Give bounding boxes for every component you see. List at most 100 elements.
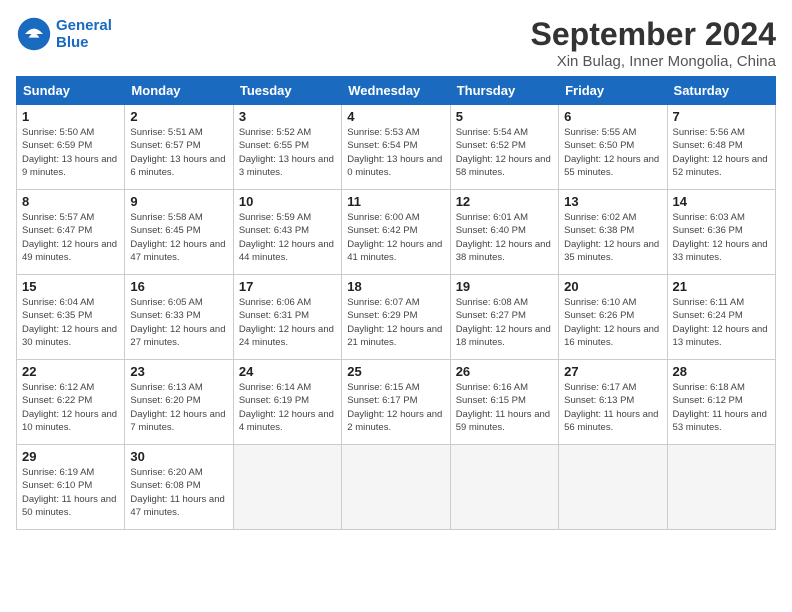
logo-icon <box>16 16 52 52</box>
day-info: Sunrise: 5:56 AM Sunset: 6:48 PM Dayligh… <box>673 126 770 179</box>
day-number: 28 <box>673 364 770 379</box>
day-info: Sunrise: 6:13 AM Sunset: 6:20 PM Dayligh… <box>130 381 227 434</box>
day-info: Sunrise: 6:15 AM Sunset: 6:17 PM Dayligh… <box>347 381 444 434</box>
day-number: 30 <box>130 449 227 464</box>
page-header: General Blue September 2024 Xin Bulag, I… <box>16 16 776 70</box>
day-number: 20 <box>564 279 661 294</box>
calendar-day-header: Friday <box>559 77 667 105</box>
calendar-cell: 16 Sunrise: 6:05 AM Sunset: 6:33 PM Dayli… <box>125 275 233 360</box>
calendar-cell: 5 Sunrise: 5:54 AM Sunset: 6:52 PM Daylig… <box>450 105 558 190</box>
day-number: 13 <box>564 194 661 209</box>
calendar-table: SundayMondayTuesdayWednesdayThursdayFrid… <box>16 76 776 530</box>
day-number: 22 <box>22 364 119 379</box>
calendar-cell: 6Sunrise: 5:55 AM Sunset: 6:50 PM Daylig… <box>559 105 667 190</box>
calendar-day-header: Wednesday <box>342 77 450 105</box>
calendar-cell <box>342 445 450 530</box>
day-info: Sunrise: 6:19 AM Sunset: 6:10 PM Dayligh… <box>22 466 119 519</box>
calendar-cell: 20 Sunrise: 6:10 AM Sunset: 6:26 PM Dayli… <box>559 275 667 360</box>
day-number: 15 <box>22 279 119 294</box>
calendar-cell: 7 Sunrise: 5:56 AM Sunset: 6:48 PM Daylig… <box>667 105 775 190</box>
logo-line1: General <box>56 17 112 34</box>
calendar-cell: 3 Sunrise: 5:52 AM Sunset: 6:55 PM Daylig… <box>233 105 341 190</box>
calendar-cell: 25 Sunrise: 6:15 AM Sunset: 6:17 PM Dayli… <box>342 360 450 445</box>
day-number: 3 <box>239 109 336 124</box>
calendar-day-header: Thursday <box>450 77 558 105</box>
calendar-day-header: Sunday <box>17 77 125 105</box>
calendar-day-header: Tuesday <box>233 77 341 105</box>
day-info: Sunrise: 6:02 AM Sunset: 6:38 PM Dayligh… <box>564 211 661 264</box>
calendar-cell: 4Sunrise: 5:53 AM Sunset: 6:54 PM Daylig… <box>342 105 450 190</box>
day-info: Sunrise: 5:54 AM Sunset: 6:52 PM Dayligh… <box>456 126 553 179</box>
calendar-cell <box>559 445 667 530</box>
day-info: Sunrise: 5:50 AM Sunset: 6:59 PM Dayligh… <box>22 126 119 179</box>
calendar-cell: 29Sunrise: 6:19 AM Sunset: 6:10 PM Dayli… <box>17 445 125 530</box>
calendar-cell: 10Sunrise: 5:59 AM Sunset: 6:43 PM Dayli… <box>233 190 341 275</box>
day-info: Sunrise: 6:05 AM Sunset: 6:33 PM Dayligh… <box>130 296 227 349</box>
calendar-cell: 2Sunrise: 5:51 AM Sunset: 6:57 PM Daylig… <box>125 105 233 190</box>
calendar-cell: 28 Sunrise: 6:18 AM Sunset: 6:12 PM Dayli… <box>667 360 775 445</box>
calendar-week-row: 1 Sunrise: 5:50 AM Sunset: 6:59 PM Daylig… <box>17 105 776 190</box>
calendar-title: September 2024 <box>531 16 776 53</box>
day-number: 4 <box>347 109 444 124</box>
day-info: Sunrise: 6:06 AM Sunset: 6:31 PM Dayligh… <box>239 296 336 349</box>
day-number: 2 <box>130 109 227 124</box>
day-info: Sunrise: 6:18 AM Sunset: 6:12 PM Dayligh… <box>673 381 770 434</box>
day-number: 23 <box>130 364 227 379</box>
calendar-cell: 15 Sunrise: 6:04 AM Sunset: 6:35 PM Dayli… <box>17 275 125 360</box>
calendar-cell: 11 Sunrise: 6:00 AM Sunset: 6:42 PM Dayli… <box>342 190 450 275</box>
day-number: 9 <box>130 194 227 209</box>
day-number: 8 <box>22 194 119 209</box>
day-info: Sunrise: 6:20 AM Sunset: 6:08 PM Dayligh… <box>130 466 227 519</box>
day-info: Sunrise: 6:01 AM Sunset: 6:40 PM Dayligh… <box>456 211 553 264</box>
day-number: 6 <box>564 109 661 124</box>
day-info: Sunrise: 6:12 AM Sunset: 6:22 PM Dayligh… <box>22 381 119 434</box>
calendar-cell: 12 Sunrise: 6:01 AM Sunset: 6:40 PM Dayli… <box>450 190 558 275</box>
calendar-cell: 30 Sunrise: 6:20 AM Sunset: 6:08 PM Dayli… <box>125 445 233 530</box>
day-number: 11 <box>347 194 444 209</box>
calendar-cell: 22 Sunrise: 6:12 AM Sunset: 6:22 PM Dayli… <box>17 360 125 445</box>
day-info: Sunrise: 5:57 AM Sunset: 6:47 PM Dayligh… <box>22 211 119 264</box>
day-number: 27 <box>564 364 661 379</box>
day-info: Sunrise: 6:17 AM Sunset: 6:13 PM Dayligh… <box>564 381 661 434</box>
calendar-cell: 24 Sunrise: 6:14 AM Sunset: 6:19 PM Dayli… <box>233 360 341 445</box>
day-number: 16 <box>130 279 227 294</box>
day-number: 5 <box>456 109 553 124</box>
calendar-cell: 26 Sunrise: 6:16 AM Sunset: 6:15 PM Dayli… <box>450 360 558 445</box>
calendar-cell: 8 Sunrise: 5:57 AM Sunset: 6:47 PM Daylig… <box>17 190 125 275</box>
day-info: Sunrise: 6:10 AM Sunset: 6:26 PM Dayligh… <box>564 296 661 349</box>
day-number: 19 <box>456 279 553 294</box>
day-number: 18 <box>347 279 444 294</box>
calendar-cell: 9 Sunrise: 5:58 AM Sunset: 6:45 PM Daylig… <box>125 190 233 275</box>
day-number: 7 <box>673 109 770 124</box>
day-info: Sunrise: 6:14 AM Sunset: 6:19 PM Dayligh… <box>239 381 336 434</box>
day-info: Sunrise: 6:03 AM Sunset: 6:36 PM Dayligh… <box>673 211 770 264</box>
calendar-subtitle: Xin Bulag, Inner Mongolia, China <box>531 53 776 70</box>
calendar-cell: 21Sunrise: 6:11 AM Sunset: 6:24 PM Dayli… <box>667 275 775 360</box>
day-info: Sunrise: 5:52 AM Sunset: 6:55 PM Dayligh… <box>239 126 336 179</box>
calendar-cell: 18 Sunrise: 6:07 AM Sunset: 6:29 PM Dayli… <box>342 275 450 360</box>
calendar-cell: 14Sunrise: 6:03 AM Sunset: 6:36 PM Dayli… <box>667 190 775 275</box>
day-info: Sunrise: 6:16 AM Sunset: 6:15 PM Dayligh… <box>456 381 553 434</box>
day-info: Sunrise: 6:07 AM Sunset: 6:29 PM Dayligh… <box>347 296 444 349</box>
calendar-cell: 1 Sunrise: 5:50 AM Sunset: 6:59 PM Daylig… <box>17 105 125 190</box>
day-info: Sunrise: 6:04 AM Sunset: 6:35 PM Dayligh… <box>22 296 119 349</box>
day-number: 24 <box>239 364 336 379</box>
calendar-cell: 13 Sunrise: 6:02 AM Sunset: 6:38 PM Dayli… <box>559 190 667 275</box>
calendar-day-header: Saturday <box>667 77 775 105</box>
day-number: 12 <box>456 194 553 209</box>
day-info: Sunrise: 5:58 AM Sunset: 6:45 PM Dayligh… <box>130 211 227 264</box>
calendar-week-row: 15 Sunrise: 6:04 AM Sunset: 6:35 PM Dayli… <box>17 275 776 360</box>
day-number: 1 <box>22 109 119 124</box>
day-info: Sunrise: 6:00 AM Sunset: 6:42 PM Dayligh… <box>347 211 444 264</box>
calendar-week-row: 29Sunrise: 6:19 AM Sunset: 6:10 PM Dayli… <box>17 445 776 530</box>
title-area: September 2024 Xin Bulag, Inner Mongolia… <box>531 16 776 70</box>
calendar-cell: 23 Sunrise: 6:13 AM Sunset: 6:20 PM Dayli… <box>125 360 233 445</box>
day-number: 25 <box>347 364 444 379</box>
calendar-header-row: SundayMondayTuesdayWednesdayThursdayFrid… <box>17 77 776 105</box>
calendar-cell: 27 Sunrise: 6:17 AM Sunset: 6:13 PM Dayli… <box>559 360 667 445</box>
calendar-day-header: Monday <box>125 77 233 105</box>
day-number: 21 <box>673 279 770 294</box>
day-number: 26 <box>456 364 553 379</box>
calendar-cell <box>233 445 341 530</box>
logo-line2: Blue <box>56 34 112 51</box>
